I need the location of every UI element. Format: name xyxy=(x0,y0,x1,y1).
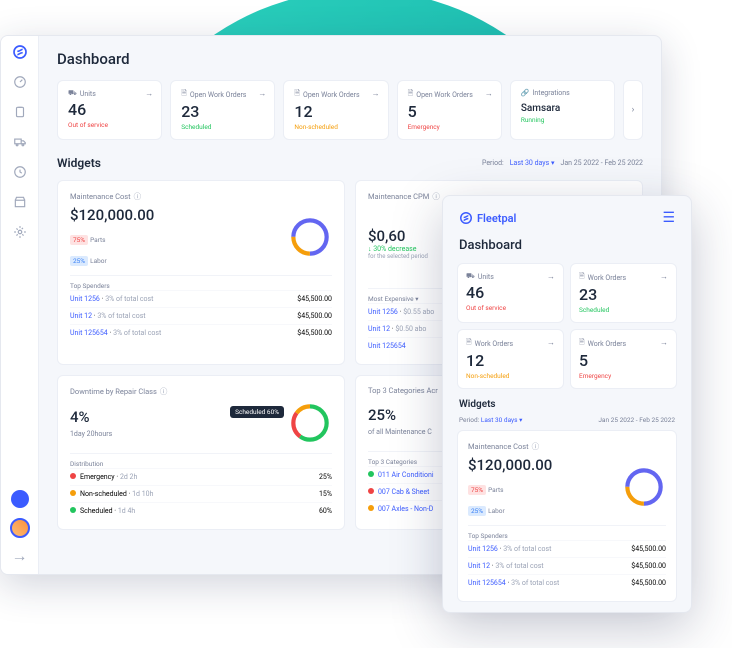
doc-icon: 🗎 xyxy=(294,89,300,100)
widget-title: Maintenance Cost xyxy=(70,192,131,201)
period-label: Period: xyxy=(482,159,504,167)
arrow-right-icon[interactable]: → xyxy=(12,548,28,564)
stat-status: Emergency xyxy=(408,123,491,131)
stat-value: 5 xyxy=(408,102,491,121)
list-row[interactable]: Unit 1256 · 3% of total cost$45,500.00 xyxy=(70,290,332,307)
doc-icon: 🗎 xyxy=(408,89,414,100)
list-row: Emergency · 2d 2h25% xyxy=(70,468,332,485)
clock-icon[interactable] xyxy=(12,164,28,180)
truck-icon: ⛟ xyxy=(68,89,77,98)
widgets-header: Widgets Period: Last 30 days ▾ Jan 25 20… xyxy=(57,156,643,170)
arrow-icon: → xyxy=(145,89,153,98)
doc-icon: 🗎 xyxy=(181,89,187,100)
stat-row: ⛟Units → 46 Out of service 🗎Open Work Or… xyxy=(57,80,643,140)
stat-label: Open Work Orders xyxy=(303,91,360,99)
mobile-stat-wo-2[interactable]: 🗎Work Orders→ 12 Non-scheduled xyxy=(457,329,564,389)
labor-pct: 25% xyxy=(70,256,88,266)
stat-status: Non-scheduled xyxy=(294,123,377,131)
brand-logo[interactable]: Fleetpal xyxy=(459,211,516,225)
mobile-donut xyxy=(622,465,666,509)
stat-card-open-wo-3[interactable]: 🗎Open Work Orders → 5 Emergency xyxy=(397,80,502,140)
stat-status: Running xyxy=(521,116,604,124)
page-title: Dashboard xyxy=(57,50,643,68)
link-icon: 🔗 xyxy=(521,89,530,97)
gear-icon[interactable] xyxy=(12,224,28,240)
widget-value: 4% xyxy=(70,408,112,426)
dashboard-icon[interactable] xyxy=(12,74,28,90)
widget-maintenance-cost: Maintenance Cost ⓘ $120,000.00 75%Parts … xyxy=(57,180,345,365)
stat-value: Samsara xyxy=(521,103,604,114)
list-row[interactable]: Unit 12 · 3% of total cost$45,500.00 xyxy=(70,307,332,324)
mobile-period-select[interactable]: Last 30 days ▾ xyxy=(481,416,523,424)
avatar[interactable] xyxy=(10,518,30,538)
subhead: Top Spenders xyxy=(70,275,332,290)
mobile-period-range: Jan 25 2022 - Feb 25 2022 xyxy=(598,416,675,424)
widget-downtime: Downtime by Repair Class ⓘ 4% 1day 20hou… xyxy=(57,375,345,530)
widget-value: $0,60 xyxy=(368,227,428,245)
mobile-widgets-title: Widgets xyxy=(459,399,496,410)
list-row[interactable]: Unit 125654 · 3% of total cost$45,500.00 xyxy=(468,574,666,591)
arrow-icon: → xyxy=(485,89,493,98)
stat-status: Out of service xyxy=(68,121,151,129)
stat-value: 23 xyxy=(181,102,264,121)
period-range: Jan 25 2022 - Feb 25 2022 xyxy=(560,159,643,167)
help-icon[interactable] xyxy=(11,490,29,508)
list-row: Scheduled · 1d 4h60% xyxy=(70,502,332,519)
stat-card-units[interactable]: ⛟Units → 46 Out of service xyxy=(57,80,162,140)
logo-icon[interactable] xyxy=(12,44,28,60)
stat-label: Open Work Orders xyxy=(190,91,247,99)
arrow-icon: → xyxy=(372,89,380,98)
donut-chart xyxy=(288,401,332,445)
list-row[interactable]: Unit 125654 · 3% of total cost$45,500.00 xyxy=(70,324,332,341)
tooltip: Scheduled 60% xyxy=(230,406,284,418)
widget-title: Downtime by Repair Class xyxy=(70,387,157,396)
widget-value: 25% xyxy=(368,406,432,424)
widget-title: Top 3 Categories Acr xyxy=(368,386,438,395)
list-row[interactable]: Unit 1256 · 3% of total cost$45,500.00 xyxy=(468,540,666,557)
menu-icon[interactable]: ☰ xyxy=(662,210,675,226)
truck-icon[interactable] xyxy=(12,134,28,150)
stat-status: Scheduled xyxy=(181,123,264,131)
stat-label: Units xyxy=(80,90,96,98)
stat-label: Open Work Orders xyxy=(416,91,473,99)
parts-pct: 75% xyxy=(70,235,88,245)
mobile-stat-wo-1[interactable]: 🗎Work Orders→ 23 Scheduled xyxy=(570,263,677,323)
subhead: Most Expensive xyxy=(368,295,414,303)
stat-value: 46 xyxy=(68,100,151,119)
subhead: Distribution xyxy=(70,453,332,468)
stat-value: 12 xyxy=(294,102,377,121)
scroll-right-button[interactable]: › xyxy=(623,80,643,140)
mobile-stat-units[interactable]: ⛟Units→ 46 Out of service xyxy=(457,263,564,323)
sidebar: → xyxy=(1,36,39,574)
list-row: Non-scheduled · 1d 10h15% xyxy=(70,485,332,502)
stat-label: Integrations xyxy=(533,89,570,97)
widget-value: $120,000.00 xyxy=(70,206,154,224)
stat-card-integrations[interactable]: 🔗Integrations Samsara Running xyxy=(510,80,615,140)
mobile-page-title: Dashboard xyxy=(459,238,675,253)
stat-card-open-wo-2[interactable]: 🗎Open Work Orders → 12 Non-scheduled xyxy=(283,80,388,140)
shop-icon[interactable] xyxy=(12,194,28,210)
arrow-icon: → xyxy=(258,89,266,98)
mobile-stat-wo-3[interactable]: 🗎Work Orders→ 5 Emergency xyxy=(570,329,677,389)
donut-chart xyxy=(288,215,332,259)
widgets-title: Widgets xyxy=(57,156,101,170)
period-select[interactable]: Last 30 days ▾ xyxy=(510,159,555,167)
widget-title: Maintenance CPM xyxy=(368,192,429,201)
mobile-window: Fleetpal ☰ Dashboard ⛟Units→ 46 Out of s… xyxy=(442,195,692,613)
mobile-widget-maint-cost: Maintenance Cost ⓘ $120,000.00 75%Parts … xyxy=(457,430,677,602)
stat-card-open-wo-1[interactable]: 🗎Open Work Orders → 23 Scheduled xyxy=(170,80,275,140)
list-row[interactable]: Unit 12 · 3% of total cost$45,500.00 xyxy=(468,557,666,574)
clipboard-icon[interactable] xyxy=(12,104,28,120)
